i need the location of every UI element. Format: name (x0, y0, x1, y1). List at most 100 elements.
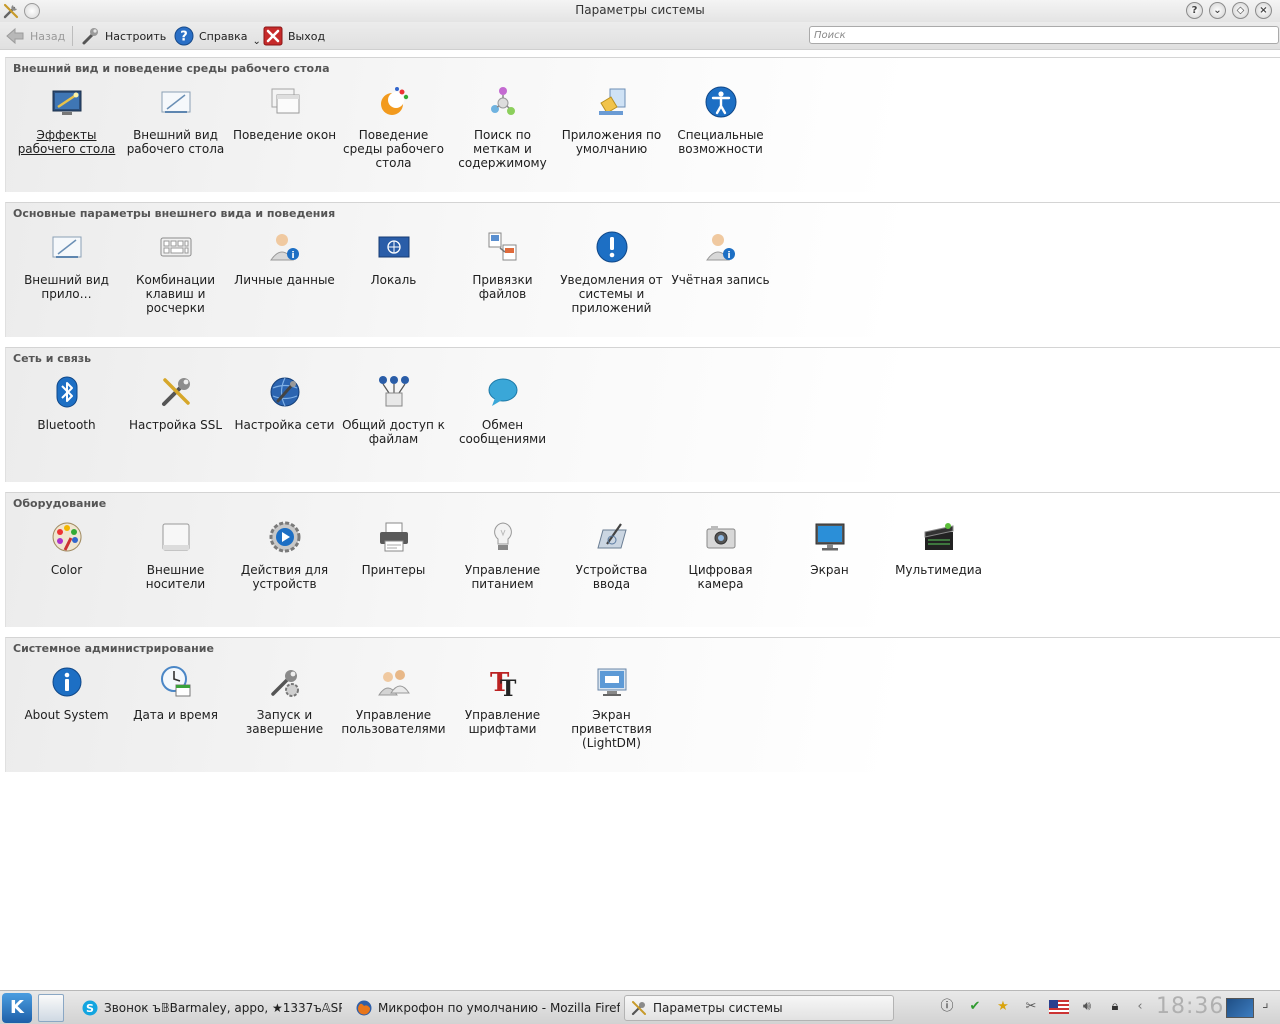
lock-screen-icon[interactable]: 🔒︎ (1105, 997, 1125, 1017)
help-window-button[interactable]: ? (1186, 2, 1203, 19)
item-label: Общий доступ к файлам (342, 418, 445, 446)
item-desktop-effects[interactable]: Эффекты рабочего стола (12, 84, 121, 170)
toolbar-separator (72, 26, 73, 46)
svg-text:?: ? (180, 30, 188, 45)
keyboard-layout-flag-icon[interactable] (1049, 997, 1069, 1017)
info-tray-icon[interactable]: ⓘ (937, 997, 957, 1017)
item-instant-messaging[interactable]: Обмен сообщениями (448, 374, 557, 446)
item-label: Управление шрифтами (464, 708, 541, 736)
item-ssl[interactable]: Настройка SSL (121, 374, 230, 446)
item-label: Внешний вид рабочего стола (126, 128, 225, 156)
item-color[interactable]: Color (12, 519, 121, 591)
item-file-associations[interactable]: Привязки файлов (448, 229, 557, 315)
item-printers[interactable]: Принтеры (339, 519, 448, 591)
item-label: Принтеры (361, 563, 426, 577)
show-desktop-button[interactable] (38, 994, 64, 1022)
item-label: Устройства ввода (575, 563, 648, 591)
item-network-settings[interactable]: Настройка сети (230, 374, 339, 446)
workspace-appearance-icon (161, 91, 190, 113)
task-firefox[interactable]: Микрофон по умолчанию - Mozilla Firefox (350, 995, 620, 1021)
item-workspace-appearance[interactable]: Внешний вид рабочего стола (121, 84, 230, 170)
item-startup-shutdown[interactable]: Запуск и завершение (230, 664, 339, 750)
item-label: Настройка SSL (128, 418, 223, 432)
item-shortcuts[interactable]: Комбинации клавиш и росчерки (121, 229, 230, 315)
item-multimedia[interactable]: Мультимедиа (884, 519, 993, 591)
item-label: Комбинации клавиш и росчерки (135, 273, 216, 315)
item-desktop-search[interactable]: Поиск по меткам и содержимому (448, 84, 557, 170)
item-workspace-behavior[interactable]: Поведение среды рабочего стола (339, 84, 448, 170)
item-label: Уведомления от системы и приложений (560, 273, 663, 315)
item-label: Обмен сообщениями (458, 418, 547, 446)
printer-icon (379, 522, 408, 552)
application-launcher-button[interactable]: K (2, 993, 32, 1023)
task-skype-call[interactable]: S Звонок ъ𝔹Barmaley, appo, ★1337ъ𝔸SPIRI (76, 995, 342, 1021)
clipboard-scissors-icon[interactable]: ✂ (1021, 997, 1041, 1017)
quit-button[interactable]: Выход (263, 25, 325, 47)
item-window-behavior[interactable]: Поведение окон (230, 84, 339, 170)
item-label: Управление питанием (464, 563, 541, 591)
item-input-devices[interactable]: Устройства ввода (557, 519, 666, 591)
search-input[interactable] (809, 26, 1279, 44)
locale-icon (378, 236, 409, 258)
configure-button[interactable]: Настроить (80, 25, 166, 47)
item-label: Экран приветствия (LightDM) (571, 708, 652, 750)
item-label: Color (50, 563, 83, 577)
date-time-icon (160, 666, 190, 697)
clock[interactable]: 18:36 (1156, 994, 1224, 1019)
item-font-management[interactable]: T T Управление шрифтами (448, 664, 557, 750)
personal-info-icon: i (269, 234, 299, 261)
item-about-system[interactable]: About System (12, 664, 121, 750)
back-button[interactable]: Назад (5, 25, 65, 47)
section-title: Основные параметры внешнего вида и повед… (13, 207, 336, 220)
item-personal-info[interactable]: i Личные данные (230, 229, 339, 315)
item-bluetooth[interactable]: Bluetooth (12, 374, 121, 446)
section-common-appearance: Основные параметры внешнего вида и повед… (5, 202, 1280, 337)
font-management-icon: T T (490, 668, 517, 699)
item-application-appearance[interactable]: Внешний вид прило… (12, 229, 121, 315)
item-notifications[interactable]: Уведомления от системы и приложений (557, 229, 666, 315)
item-accessibility[interactable]: Специальные возможности (666, 84, 775, 170)
section-title: Сеть и связь (13, 352, 92, 365)
updates-ok-icon[interactable]: ✔ (965, 997, 985, 1017)
item-display[interactable]: Экран (775, 519, 884, 591)
help-label: Справка (199, 29, 248, 43)
chevron-down-icon[interactable]: ⌄ (252, 36, 260, 47)
section-hardware: Оборудование Color Внешние носители Дейс… (5, 492, 1280, 627)
star-icon[interactable]: ★ (993, 997, 1013, 1017)
kde-logo-icon: K (10, 997, 24, 1018)
maximize-button[interactable]: ◇ (1232, 2, 1249, 19)
user-management-icon (377, 670, 410, 696)
item-user-management[interactable]: Управление пользователями (339, 664, 448, 750)
display-icon (815, 523, 844, 551)
item-label: Внешний вид прило… (24, 273, 109, 301)
svg-text:S: S (86, 1002, 94, 1015)
item-label: Личные данные (234, 273, 335, 287)
hide-tray-chevron-icon[interactable]: ‹ (1130, 997, 1150, 1017)
item-file-sharing[interactable]: Общий доступ к файлам (339, 374, 448, 446)
section-title: Внешний вид и поведение среды рабочего с… (13, 62, 330, 75)
workspace-behavior-icon (380, 87, 408, 115)
item-removable-storage[interactable]: Внешние носители (121, 519, 230, 591)
item-account[interactable]: i Учётная запись (666, 229, 775, 315)
item-locale[interactable]: Локаль (339, 229, 448, 315)
minimize-button[interactable]: ⌄ (1209, 2, 1226, 19)
close-button[interactable]: × (1255, 2, 1272, 19)
pager-desktop-1[interactable] (1226, 998, 1254, 1018)
window-behavior-icon (271, 88, 299, 114)
arrow-left-icon (6, 27, 24, 45)
item-default-applications[interactable]: Приложения по умолчанию (557, 84, 666, 170)
item-power-management[interactable]: Управление питанием (448, 519, 557, 591)
item-camera[interactable]: Цифровая камера (666, 519, 775, 591)
section-system-administration: Системное администрирование About System… (5, 637, 1280, 772)
task-system-settings[interactable]: Параметры системы (624, 995, 894, 1021)
item-login-screen[interactable]: Экран приветствия (LightDM) (557, 664, 666, 750)
help-button[interactable]: ? Справка ⌄ (174, 25, 261, 47)
item-label: Цифровая камера (688, 563, 753, 591)
item-date-time[interactable]: Дата и время (121, 664, 230, 750)
item-label: Эффекты рабочего стола (17, 128, 116, 156)
cashew-menu-icon[interactable]: ⌟ (1262, 995, 1278, 1021)
volume-icon[interactable]: 🔊︎ (1077, 997, 1097, 1017)
title-bar: Параметры системы ? ⌄ ◇ × (0, 0, 1280, 22)
item-device-actions[interactable]: Действия для устройств (230, 519, 339, 591)
notifications-icon (596, 231, 627, 263)
